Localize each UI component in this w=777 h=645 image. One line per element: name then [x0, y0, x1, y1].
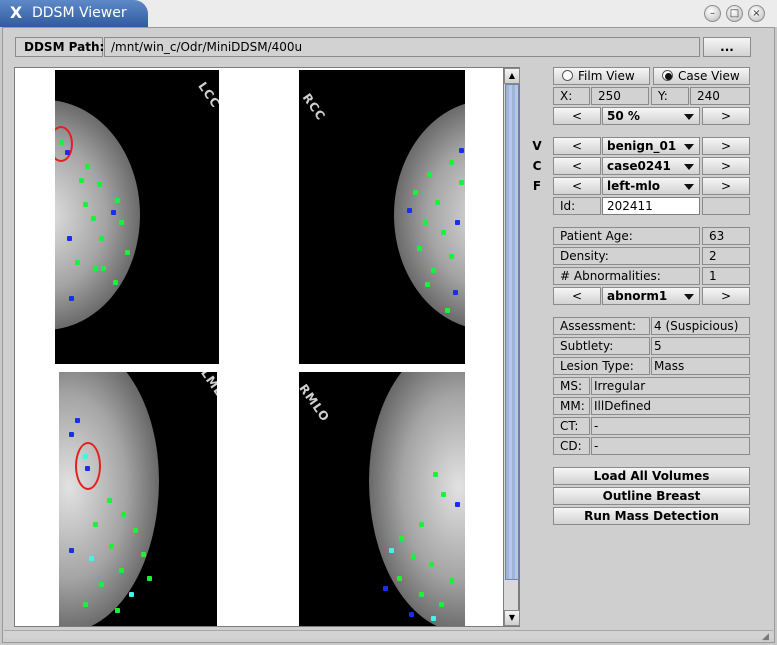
- y-value: 240: [690, 87, 750, 105]
- lmlo-image[interactable]: LMLO: [59, 372, 217, 626]
- ms-label: MS:: [553, 377, 590, 395]
- close-button[interactable]: ×: [748, 5, 765, 22]
- assessment-label: Assessment:: [553, 317, 650, 335]
- lesion-type-label: Lesion Type:: [553, 357, 650, 375]
- chevron-down-icon: [684, 294, 694, 300]
- chevron-down-icon: [684, 114, 694, 120]
- id-input[interactable]: 202411: [602, 197, 700, 215]
- resize-grip-icon[interactable]: ◢: [762, 632, 772, 642]
- volume-prev-button[interactable]: <: [553, 137, 601, 155]
- mm-value: IllDefined: [591, 397, 750, 415]
- case-view-label: Case View: [678, 69, 740, 83]
- rmlo-label: RMLO: [299, 381, 333, 425]
- load-all-volumes-button[interactable]: Load All Volumes: [553, 467, 750, 485]
- patient-age-label: Patient Age:: [553, 227, 700, 245]
- zoom-prev-button[interactable]: <: [553, 107, 601, 125]
- case-next-button[interactable]: >: [702, 157, 750, 175]
- zoom-next-button[interactable]: >: [702, 107, 750, 125]
- radio-checked-icon: [662, 70, 673, 81]
- case-value: case0241: [607, 159, 671, 173]
- id-label: Id:: [553, 197, 601, 215]
- ms-value: Irregular: [591, 377, 750, 395]
- subtlety-value: 5: [651, 337, 750, 355]
- case-select[interactable]: case0241: [602, 157, 700, 175]
- scroll-down-icon[interactable]: ▼: [504, 610, 520, 626]
- abnorm-select[interactable]: abnorm1: [602, 287, 700, 305]
- patient-age-value: 63: [702, 227, 750, 245]
- abnorm-prev-button[interactable]: <: [553, 287, 601, 305]
- film-value: left-mlo: [607, 179, 661, 193]
- abnormalities-value: 1: [702, 267, 750, 285]
- outline-breast-button[interactable]: Outline Breast: [553, 487, 750, 505]
- subtlety-label: Subtlety:: [553, 337, 650, 355]
- rcc-label: RCC: [299, 90, 329, 124]
- volume-letter: V: [532, 139, 542, 153]
- window-title: DDSM Viewer: [32, 5, 127, 21]
- film-view-radio[interactable]: Film View: [553, 67, 650, 85]
- y-label: Y:: [651, 87, 689, 105]
- case-prev-button[interactable]: <: [553, 157, 601, 175]
- abnorm-next-button[interactable]: >: [702, 287, 750, 305]
- volume-select[interactable]: benign_01: [602, 137, 700, 155]
- lcc-image[interactable]: LCC: [55, 70, 219, 364]
- assessment-value: 4 (Suspicious): [651, 317, 750, 335]
- x-value: 250: [591, 87, 649, 105]
- film-letter: F: [532, 179, 542, 193]
- rcc-image[interactable]: RCC: [299, 70, 465, 364]
- ct-label: CT:: [553, 417, 590, 435]
- film-prev-button[interactable]: <: [553, 177, 601, 195]
- film-view-label: Film View: [578, 69, 635, 83]
- minimize-button[interactable]: –: [704, 5, 721, 22]
- chevron-down-icon: [684, 144, 694, 150]
- density-label: Density:: [553, 247, 700, 265]
- abnorm-value: abnorm1: [607, 289, 668, 303]
- scroll-up-icon[interactable]: ▲: [504, 68, 520, 84]
- density-value: 2: [702, 247, 750, 265]
- ct-value: -: [591, 417, 750, 435]
- zoom-select[interactable]: 50 %: [602, 107, 700, 125]
- abnormalities-label: # Abnormalities:: [553, 267, 700, 285]
- scroll-thumb[interactable]: [505, 84, 519, 580]
- path-label: DDSM Path:: [15, 37, 104, 57]
- app-icon: X: [9, 3, 23, 22]
- lesion-type-value: Mass: [651, 357, 750, 375]
- film-next-button[interactable]: >: [702, 177, 750, 195]
- maximize-button[interactable]: □: [726, 5, 743, 22]
- lcc-label: LCC: [195, 79, 219, 111]
- title-tab[interactable]: X DDSM Viewer: [0, 0, 148, 27]
- radio-unchecked-icon: [562, 70, 573, 81]
- id-spacer: [702, 197, 750, 215]
- film-select[interactable]: left-mlo: [602, 177, 700, 195]
- cd-value: -: [591, 437, 750, 455]
- mm-label: MM:: [553, 397, 590, 415]
- volume-value: benign_01: [607, 139, 677, 153]
- zoom-value: 50 %: [607, 109, 640, 123]
- lmlo-label: LMLO: [198, 372, 217, 408]
- vertical-scrollbar[interactable]: ▲ ▼: [503, 67, 520, 627]
- browse-button[interactable]: ...: [703, 37, 751, 57]
- chevron-down-icon: [684, 164, 694, 170]
- x-label: X:: [553, 87, 590, 105]
- volume-next-button[interactable]: >: [702, 137, 750, 155]
- case-letter: C: [532, 159, 542, 173]
- chevron-down-icon: [684, 184, 694, 190]
- image-viewer[interactable]: LCC RCC LMLO RMLO: [14, 67, 520, 627]
- case-view-radio[interactable]: Case View: [653, 67, 750, 85]
- status-strip: [4, 630, 773, 638]
- run-mass-detection-button[interactable]: Run Mass Detection: [553, 507, 750, 525]
- path-field[interactable]: /mnt/win_c/Odr/MiniDDSM/400u: [104, 37, 700, 57]
- cd-label: CD:: [553, 437, 590, 455]
- rmlo-image[interactable]: RMLO: [299, 372, 465, 626]
